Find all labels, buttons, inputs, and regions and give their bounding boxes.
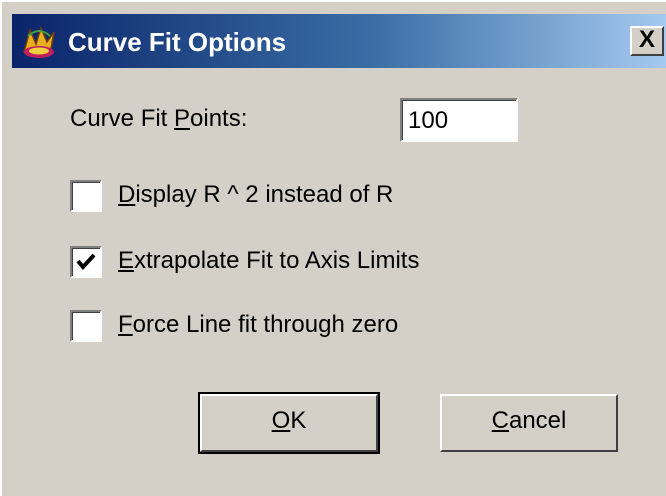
title-bar[interactable]: Curve Fit Options X [12, 14, 666, 68]
close-button[interactable]: X [630, 26, 664, 56]
extrapolate-fit-checkbox[interactable] [70, 246, 102, 278]
extrapolate-fit-label[interactable]: Extrapolate Fit to Axis Limits [118, 247, 419, 275]
force-line-zero-label[interactable]: Force Line fit through zero [118, 311, 398, 339]
curve-fit-points-input[interactable]: 100 [400, 98, 518, 142]
app-logo-icon [23, 25, 55, 58]
close-icon: X [638, 26, 655, 53]
display-r-squared-checkbox[interactable] [70, 180, 102, 212]
display-r-squared-label[interactable]: Display R ^ 2 instead of R [118, 181, 393, 209]
curve-fit-points-label: Curve Fit Points: [70, 105, 248, 132]
window-title: Curve Fit Options [68, 27, 287, 57]
ok-button[interactable]: OK [198, 392, 380, 454]
cancel-button[interactable]: Cancel [440, 394, 618, 452]
checkmark-icon [76, 253, 96, 271]
force-line-zero-checkbox[interactable] [70, 310, 102, 342]
dialog-window: Curve Fit Options X Curve Fit Points: 10… [0, 0, 666, 496]
